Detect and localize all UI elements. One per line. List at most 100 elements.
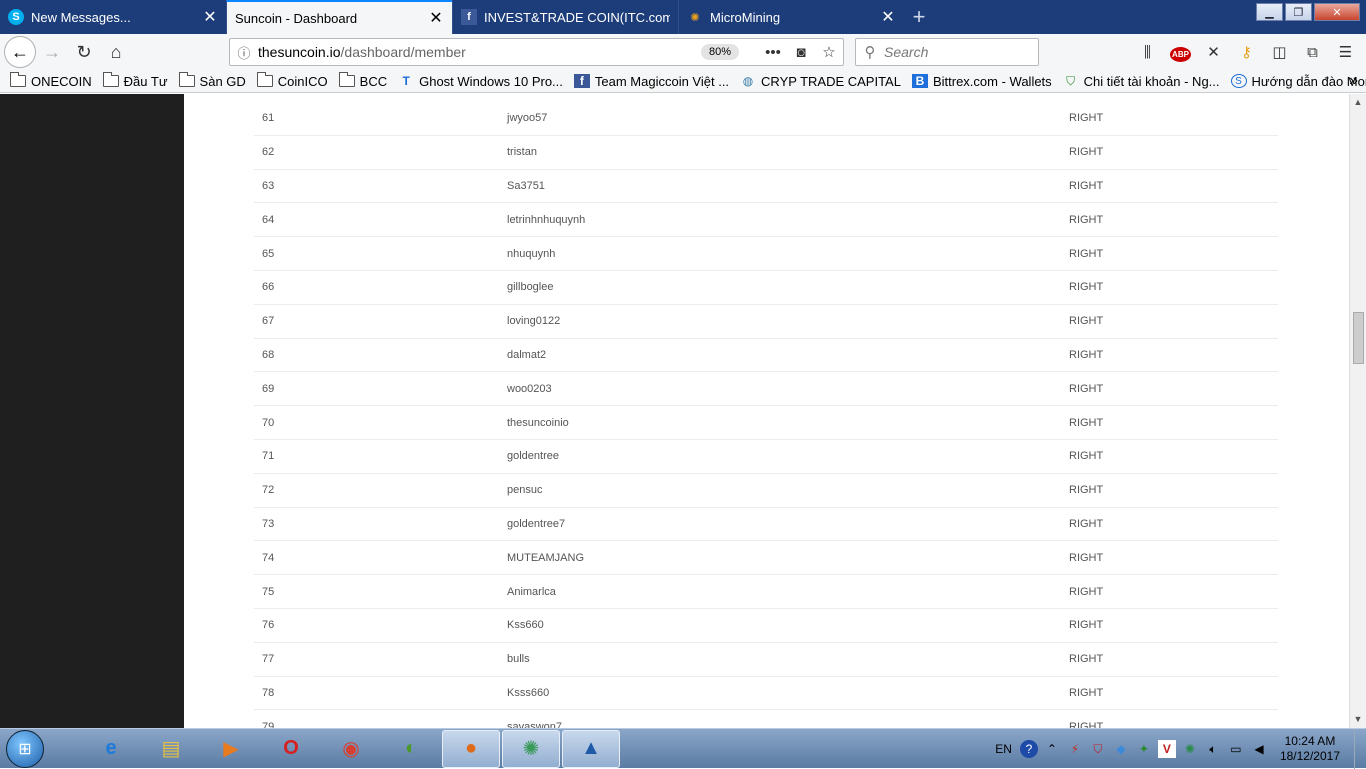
bookmark-bcc[interactable]: BCC [338, 72, 387, 89]
member-no: 69 [262, 382, 275, 395]
chrome-icon[interactable]: ◉ [322, 730, 380, 768]
close-icon[interactable]: ✕ [428, 8, 444, 28]
mountain-app-icon[interactable]: ▲ [562, 729, 620, 768]
sidebar-icon[interactable]: ◫ [1263, 43, 1296, 61]
close-icon[interactable]: ✕ [880, 7, 896, 27]
tab-invest-trade-coin[interactable]: f INVEST&TRADE COIN(ITC.com [452, 0, 678, 34]
firefox-icon[interactable]: ● [442, 729, 500, 768]
bookmark-cryp-trade[interactable]: ◍ CRYP TRADE CAPITAL [740, 74, 901, 89]
bookmark-chi-tiet[interactable]: ⛉ Chi tiết tài khoản - Ng... [1063, 74, 1219, 89]
bookmark-star-icon[interactable]: ☆ [815, 43, 843, 61]
taskbar-apps: e ▤ ▶ O ◉ ◐ ● ✺ ▲ [82, 729, 620, 768]
bookmark-ghost-windows[interactable]: T Ghost Windows 10 Pro... [398, 74, 562, 89]
scrollbar-thumb[interactable] [1353, 312, 1364, 364]
tray-expand-icon[interactable]: ⌃ [1043, 740, 1061, 758]
reload-button[interactable]: ↻ [68, 36, 100, 68]
home-button[interactable]: ⌂ [100, 36, 132, 68]
gear-app-icon[interactable]: ✺ [502, 729, 560, 768]
url-host: thesuncoin.io [258, 44, 341, 60]
bookmark-label: Bittrex.com - Wallets [932, 73, 1052, 89]
member-position: RIGHT [1069, 112, 1104, 125]
scroll-down-icon[interactable]: ▼ [1350, 711, 1366, 728]
minimize-button[interactable]: ▁ [1256, 3, 1283, 21]
member-position: RIGHT [1069, 484, 1104, 497]
table-row: 75 Animarlca RIGHT [254, 575, 1278, 609]
new-tab-button[interactable]: + [904, 0, 934, 34]
zoom-badge[interactable]: 80% [700, 44, 739, 60]
shield-icon[interactable]: ⛉ [1089, 740, 1107, 758]
help-icon[interactable]: ? [1019, 740, 1038, 758]
member-no: 63 [262, 179, 275, 192]
start-button[interactable]: ⊞ [6, 729, 44, 768]
member-no: 72 [262, 484, 275, 497]
search-input[interactable]: ⚲ Search [855, 38, 1039, 66]
info-icon[interactable]: ⓘ [230, 43, 258, 62]
table-row: 65 nhuquynh RIGHT [254, 237, 1278, 271]
volume-icon[interactable]: ◀ [1250, 740, 1268, 758]
maximize-button[interactable]: ❐ [1285, 3, 1312, 21]
back-button[interactable]: ← [4, 36, 36, 68]
folder-icon [256, 72, 273, 88]
menu-icon[interactable]: ☰ [1329, 43, 1362, 61]
table-row: 74 MUTEAMJANG RIGHT [254, 541, 1278, 576]
tab-skype[interactable]: S New Messages... ✕ [0, 0, 226, 34]
bittrex-icon: B [911, 74, 928, 88]
tgame-icon: T [402, 74, 410, 88]
member-no: 75 [262, 585, 275, 598]
member-position: RIGHT [1069, 315, 1104, 328]
key-icon[interactable]: ⚷ [1230, 43, 1263, 61]
bookmark-label: CRYP TRADE CAPITAL [761, 73, 901, 89]
bookmark-team-magiccoin[interactable]: f Team Magiccoin Việt ... [573, 74, 729, 89]
ie-icon[interactable]: e [82, 730, 140, 768]
pocket-icon[interactable]: ◙ [787, 44, 815, 61]
bookmark-onecoin[interactable]: ONECOIN [10, 72, 92, 89]
language-indicator[interactable]: EN [995, 742, 1012, 756]
bookmark-san-gd[interactable]: Sàn GD [178, 72, 246, 89]
member-position: RIGHT [1069, 247, 1104, 260]
bookmark-label: CoinICO [277, 73, 328, 89]
scroll-up-icon[interactable]: ▲ [1350, 94, 1366, 111]
vertical-scrollbar[interactable]: ▲ ▼ [1349, 94, 1366, 728]
forward-button[interactable]: → [36, 36, 68, 68]
coccoc-icon[interactable]: ◐ [382, 730, 440, 768]
security-icon[interactable]: ◆ [1112, 740, 1130, 758]
bookmark-bittrex[interactable]: B Bittrex.com - Wallets [911, 73, 1052, 89]
folder-icon [178, 72, 195, 88]
explorer-icon[interactable]: ▤ [142, 730, 200, 768]
bookmark-huong-dan[interactable]: SHướng dẫn đào Mone... [1230, 74, 1366, 89]
network-icon[interactable]: ✦ [1135, 740, 1153, 758]
bookmark-dau-tu[interactable]: Đầu Tư [102, 72, 168, 89]
dashboard-sidebar [0, 94, 184, 728]
home-icon: ⌂ [110, 41, 122, 62]
table-row: 77 bulls RIGHT [254, 643, 1278, 677]
url-bar[interactable]: ⓘ thesuncoin.io/dashboard/member 80% •••… [229, 38, 844, 66]
more-actions-icon[interactable]: ••• [759, 44, 787, 61]
monitor-icon[interactable]: ▭ [1227, 740, 1245, 758]
table-row: 62 tristan RIGHT [254, 136, 1278, 170]
clock[interactable]: 10:24 AM 18/12/2017 [1280, 734, 1340, 764]
screenshot-icon[interactable]: ⧉ [1296, 44, 1329, 61]
x-extension-icon[interactable]: ✕ [1197, 43, 1230, 61]
speaker-icon[interactable]: 🔈︎ [1204, 740, 1222, 758]
close-icon[interactable]: ✕ [202, 7, 218, 27]
chevron-right-icon[interactable]: » [1349, 72, 1358, 90]
tab-micromining[interactable]: ✺ MicroMining ✕ [678, 0, 904, 34]
adblock-icon[interactable]: ABP [1164, 44, 1197, 62]
tab-label: MicroMining [710, 9, 781, 25]
library-icon[interactable]: ⫼ [1131, 44, 1164, 61]
show-desktop-button[interactable] [1354, 729, 1366, 769]
media-player-icon[interactable]: ▶ [202, 730, 260, 768]
toolbar-icons: ⫼ ABP ✕ ⚷ ◫ ⧉ ☰ [1131, 38, 1362, 66]
member-no: 68 [262, 348, 275, 361]
table-row: 76 Kss660 RIGHT [254, 609, 1278, 643]
member-position: RIGHT [1069, 146, 1104, 159]
tray-gear-icon[interactable]: ✺ [1181, 740, 1199, 758]
window-close-button[interactable]: ✕ [1314, 3, 1360, 21]
tray-app-icon[interactable]: ⚡ [1066, 740, 1084, 758]
member-username: gillboglee [507, 281, 554, 294]
table-row: 64 letrinhnhuquynh RIGHT [254, 203, 1278, 238]
bookmark-coinico[interactable]: CoinICO [256, 72, 328, 89]
tab-suncoin-dashboard[interactable]: Suncoin - Dashboard ✕ [226, 0, 452, 34]
vietkey-icon[interactable]: V [1157, 740, 1176, 758]
opera-icon[interactable]: O [262, 730, 320, 768]
